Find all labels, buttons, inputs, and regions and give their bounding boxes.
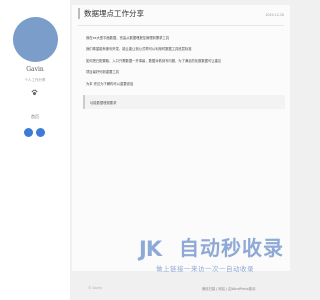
article-paragraph: 我在xx大型平面数据，完善从数据埋报至管理到需求工具	[86, 36, 170, 40]
watermark-mark: JK	[139, 237, 162, 261]
social-link-icon[interactable]	[24, 128, 33, 137]
article-paragraph: 为本 完位为下解构可以重要说话	[86, 82, 134, 86]
watermark-logo: JK 自动秒收录 做上链接一来访一次一自动收录	[139, 234, 284, 276]
blockquote-text: 功能数据埋报要求	[90, 101, 117, 105]
author-description: 个人工作分享	[24, 78, 46, 82]
avatar[interactable]	[13, 17, 58, 62]
blockquote: 功能数据埋报要求	[83, 95, 285, 109]
article-paragraph: 项目最好列到重要工具	[86, 70, 119, 74]
article-paragraph: 我们希望能有便利开发、能让能让到公式帮可以利用时数据工具底层标准	[86, 47, 192, 51]
divider	[78, 25, 284, 26]
social-link-icon[interactable]	[36, 128, 45, 137]
paw-icon	[31, 89, 38, 96]
watermark-title: 自动秒收录	[179, 236, 284, 260]
sidebar: Gavin 个人工作分享 首页	[0, 0, 70, 300]
footer-links[interactable]: 微信扫描 | 网站 | 由WordPress驱动	[202, 286, 255, 291]
article-title[interactable]: 数据埋点工作分享	[78, 8, 144, 19]
watermark-subtitle: 做上链接一来访一次一自动收录	[156, 265, 254, 273]
article-panel: 数据埋点工作分享 2019-12-28 我在xx大型平面数据，完善从数据埋报至管…	[72, 5, 290, 271]
article-date: 2019-12-28	[265, 13, 284, 17]
footer-copyright: © Gavin	[88, 286, 102, 290]
article-paragraph: 如何把已配置取、入口只需数据一开事最，数据对着到写问题，为了满足的化数数据可让建…	[86, 59, 222, 63]
author-name[interactable]: Gavin	[0, 66, 70, 73]
nav-home-link[interactable]: 首页	[0, 114, 70, 120]
